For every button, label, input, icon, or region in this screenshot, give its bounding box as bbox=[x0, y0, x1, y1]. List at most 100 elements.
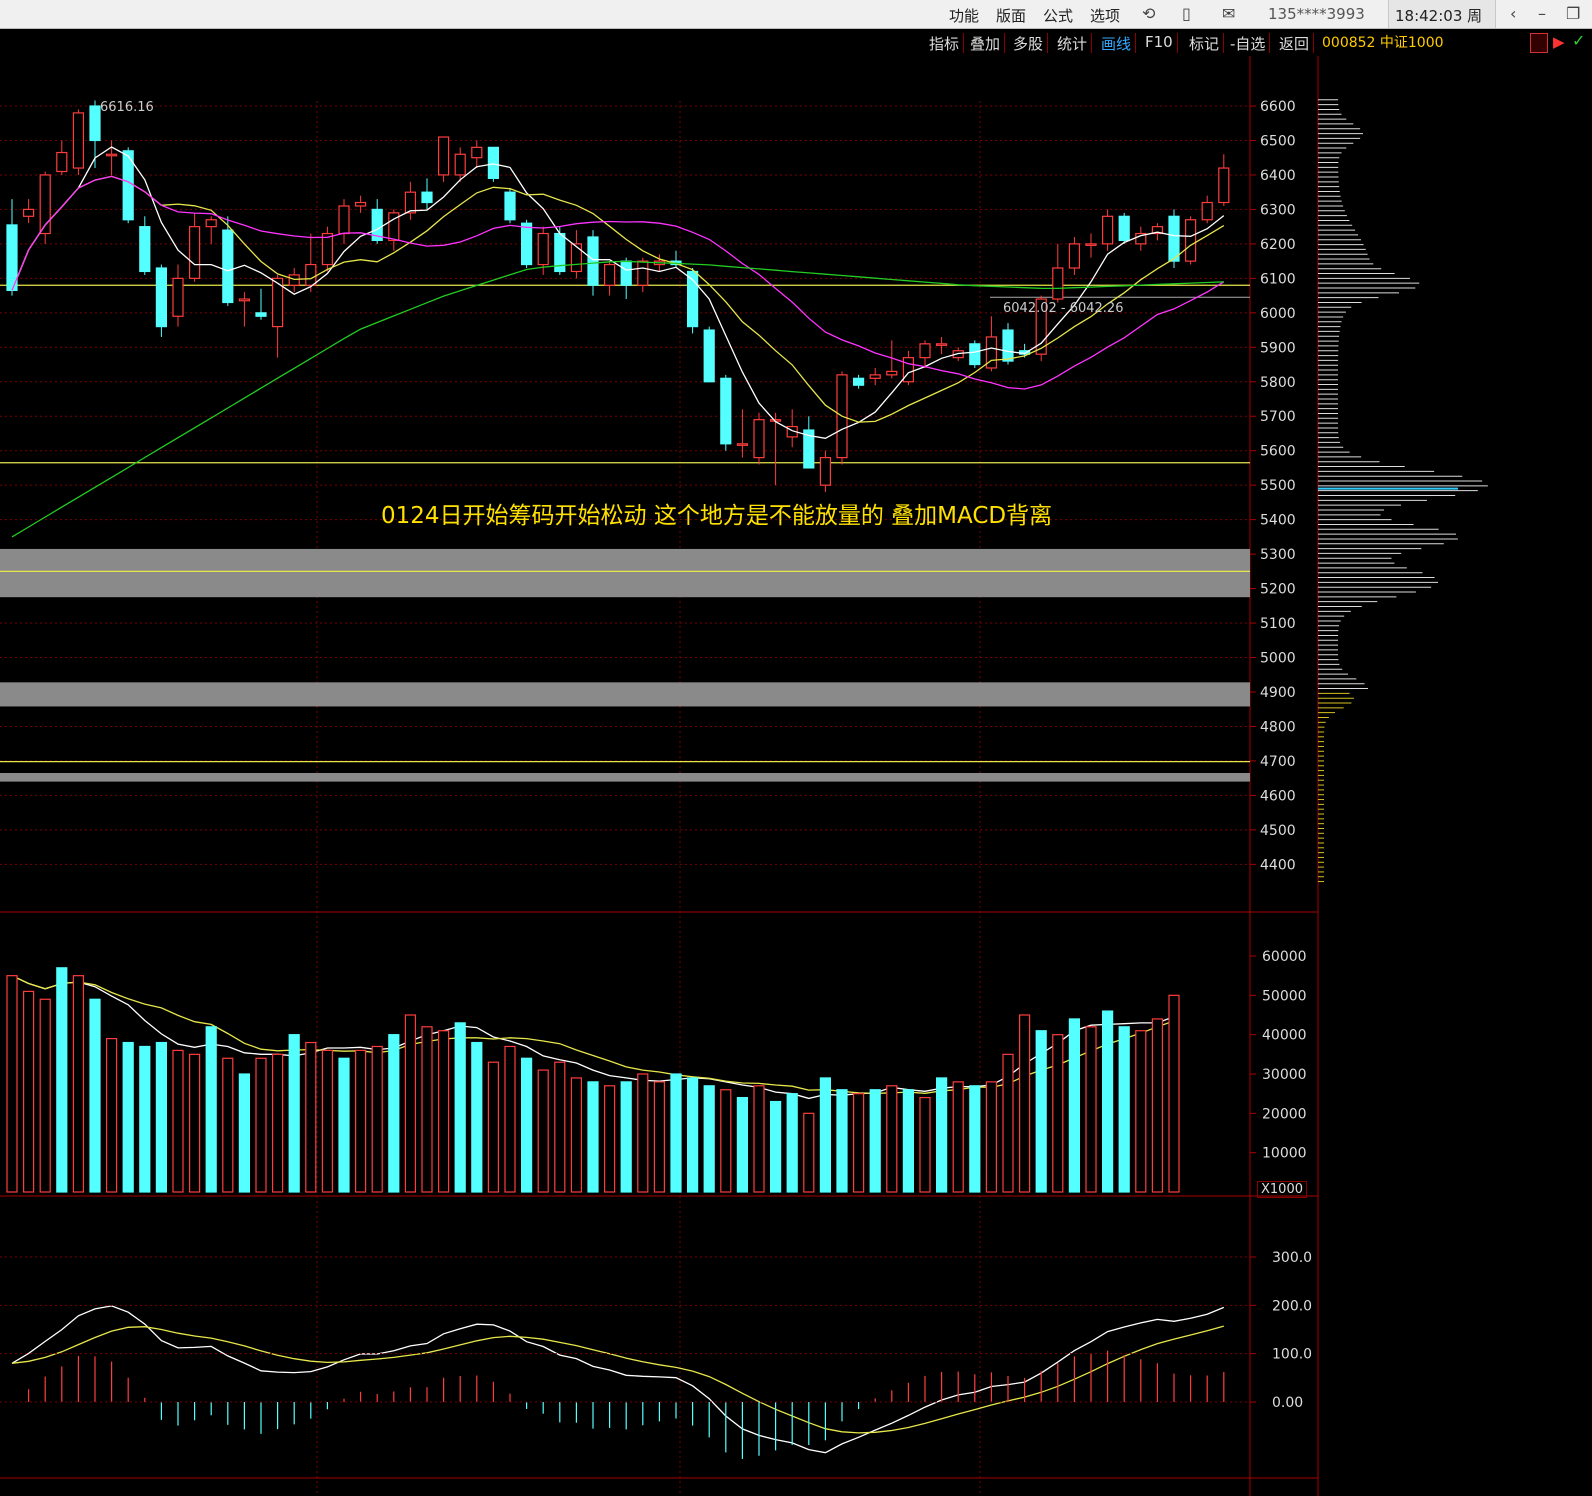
volume-bar bbox=[1085, 1026, 1097, 1193]
price-tick-label: 5800 bbox=[1260, 375, 1296, 391]
candle-body bbox=[637, 260, 649, 286]
volume-bar bbox=[105, 1037, 118, 1193]
mail-icon[interactable]: ✉ bbox=[1222, 4, 1235, 23]
shaded-band bbox=[0, 548, 1250, 598]
volume-bar bbox=[819, 1077, 832, 1193]
candle-body bbox=[72, 112, 85, 169]
tool-f10[interactable]: F10 bbox=[1141, 33, 1178, 53]
chart-canvas[interactable]: 6600 6500 6400 6300 6200 6100 6000 5900 5800 5700… bbox=[0, 56, 1592, 1496]
price-tick-label: 5000 bbox=[1260, 651, 1296, 667]
price-tick-label: 5500 bbox=[1260, 478, 1296, 494]
candle-body bbox=[305, 263, 317, 286]
volume-bar bbox=[1002, 1053, 1014, 1193]
refresh-icon[interactable]: ⟲ bbox=[1142, 4, 1155, 23]
candle-body bbox=[935, 343, 948, 346]
candle-body bbox=[189, 226, 201, 279]
candle-body bbox=[321, 232, 333, 266]
candle-body bbox=[902, 357, 915, 383]
candle-body bbox=[520, 222, 533, 266]
macd-dea-line bbox=[11, 1325, 1224, 1434]
candle-body bbox=[255, 312, 267, 317]
candle-body bbox=[1201, 201, 1213, 221]
volume-bar bbox=[1018, 1014, 1031, 1193]
volume-bar bbox=[205, 1026, 217, 1193]
vol-ma5-line bbox=[11, 975, 1175, 1100]
menu-formula[interactable]: 公式 bbox=[1043, 5, 1073, 26]
user-account[interactable]: 135****3993 bbox=[1268, 5, 1365, 23]
candle-body bbox=[736, 443, 749, 446]
price-tick-label: 6200 bbox=[1260, 237, 1296, 253]
price-tick-label: 6500 bbox=[1260, 133, 1296, 149]
price-tick-label: 4900 bbox=[1260, 685, 1296, 701]
flag-icon[interactable]: ▶ bbox=[1553, 33, 1565, 51]
restore-icon[interactable]: ❐ bbox=[1566, 4, 1580, 23]
security-code: 000852 中证1000 bbox=[1322, 35, 1444, 51]
candle-body bbox=[89, 105, 101, 142]
menu-layout[interactable]: 版面 bbox=[996, 5, 1026, 26]
candle-body bbox=[852, 377, 865, 386]
candle-body bbox=[1218, 167, 1230, 204]
tool-draw-line[interactable]: 画线 bbox=[1097, 33, 1137, 53]
tool-overlay[interactable]: 叠加 bbox=[966, 33, 1006, 53]
volume-bar bbox=[587, 1081, 599, 1193]
volume-tick-label: 20000 bbox=[1262, 1106, 1307, 1122]
price-axis: 6600 6500 6400 6300 6200 6100 6000 5900 5800 5700… bbox=[1250, 99, 1296, 873]
volume-bar bbox=[404, 1014, 416, 1193]
range-label: 6042.02 - 6042.26 bbox=[1003, 301, 1124, 316]
chart-type-icon[interactable] bbox=[1530, 33, 1548, 53]
volume-bar bbox=[1101, 1010, 1114, 1193]
tool-indicator[interactable]: 指标 bbox=[925, 33, 965, 53]
volume-bar bbox=[1035, 1030, 1047, 1193]
price-tick-label: 5100 bbox=[1260, 616, 1296, 632]
candle-body bbox=[487, 146, 499, 179]
volume-bar bbox=[736, 1096, 749, 1193]
candle-body bbox=[1085, 243, 1097, 246]
volume-bar bbox=[1068, 1018, 1081, 1193]
volume-bar bbox=[520, 1057, 533, 1193]
tool-return[interactable]: 返回 bbox=[1275, 33, 1315, 53]
phone-icon[interactable]: ▯ bbox=[1182, 4, 1191, 23]
moving-averages bbox=[11, 146, 1225, 1454]
volume-bar bbox=[637, 1073, 649, 1193]
shaded-band bbox=[0, 682, 1250, 707]
volume-bar bbox=[305, 1041, 317, 1193]
candle-body bbox=[603, 263, 616, 286]
volume-tick-label: 50000 bbox=[1262, 988, 1307, 1004]
candle-body bbox=[703, 329, 715, 383]
candle-body bbox=[105, 153, 118, 157]
volume-bar bbox=[902, 1089, 915, 1193]
tool-mark[interactable]: 标记 bbox=[1185, 33, 1225, 53]
menu-options[interactable]: 选项 bbox=[1090, 5, 1120, 26]
back-icon[interactable]: ‹ bbox=[1510, 4, 1516, 23]
volume-bar bbox=[1118, 1026, 1130, 1193]
tool-watchlist[interactable]: -自选 bbox=[1226, 33, 1271, 53]
price-tick-label: 5600 bbox=[1260, 444, 1296, 460]
price-tick-label: 4700 bbox=[1260, 754, 1296, 770]
minimize-icon[interactable]: – bbox=[1538, 4, 1546, 23]
volume-bar bbox=[454, 1022, 466, 1193]
volume-bar bbox=[288, 1034, 300, 1193]
candle-body bbox=[969, 343, 981, 366]
ma5-line bbox=[11, 146, 1225, 439]
top-menu-bar: 功能 版面 公式 选项 ⟲ ▯ ✉ 135****3993 18:42:03 周… bbox=[0, 0, 1592, 46]
tool-statistics[interactable]: 统计 bbox=[1053, 33, 1093, 53]
candle-body bbox=[404, 191, 416, 214]
price-tick-label: 5400 bbox=[1260, 513, 1296, 529]
macd-series bbox=[28, 1350, 1225, 1459]
volume-bar bbox=[371, 1045, 383, 1193]
tool-multi-stock[interactable]: 多股 bbox=[1009, 33, 1049, 53]
ma20-line bbox=[11, 175, 1225, 390]
macd-tick-label: 200.0 bbox=[1272, 1298, 1312, 1314]
volume-bar bbox=[886, 1085, 898, 1193]
volume-bar bbox=[438, 1030, 450, 1193]
volume-bar bbox=[554, 1061, 566, 1193]
candle-body bbox=[205, 219, 217, 228]
candle-body bbox=[537, 232, 549, 266]
volume-bar bbox=[686, 1077, 699, 1193]
chip-distribution bbox=[1318, 99, 1488, 883]
price-tick-label: 4800 bbox=[1260, 719, 1296, 735]
menu-function[interactable]: 功能 bbox=[949, 5, 979, 26]
tick-icon[interactable]: ✓ bbox=[1572, 31, 1585, 50]
volume-bar bbox=[869, 1089, 881, 1193]
volume-bar bbox=[703, 1085, 715, 1193]
